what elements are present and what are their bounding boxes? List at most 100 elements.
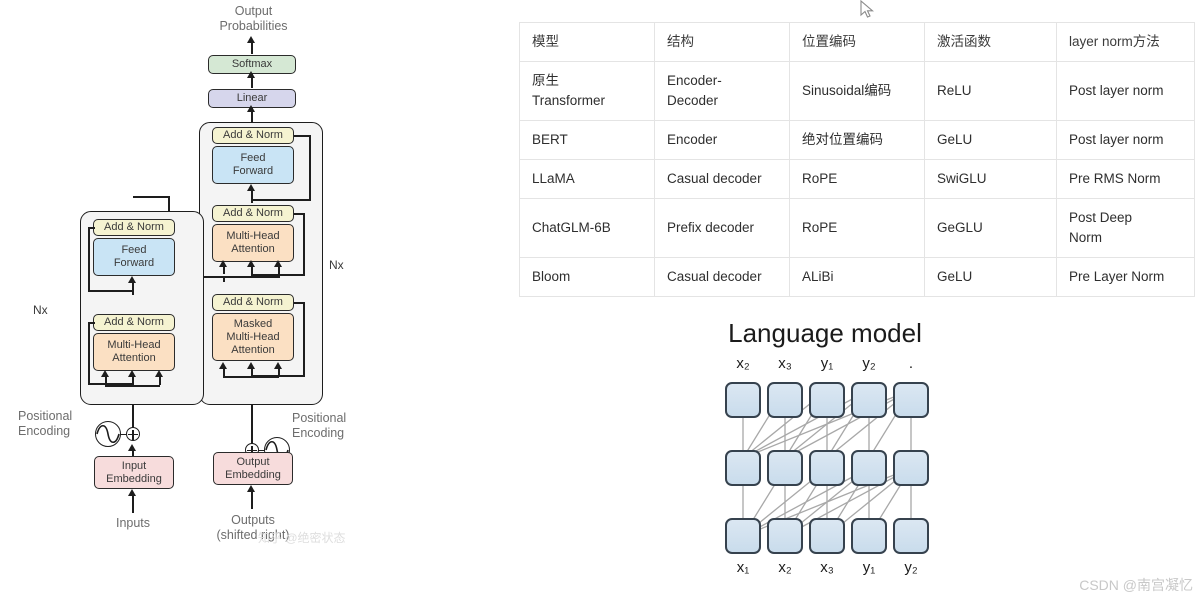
encoder-qkv-mid-arrow bbox=[128, 370, 136, 377]
decoder-qkv-mid-arrow bbox=[247, 260, 255, 267]
cell-activation: GeLU bbox=[924, 257, 1057, 297]
arrow-head-linear bbox=[247, 71, 255, 78]
cell-model: ChatGLM-6B bbox=[519, 198, 655, 258]
block-decoder-multi-head-attention: Multi-Head Attention bbox=[212, 224, 294, 262]
block-decoder-add-norm-ff: Add & Norm bbox=[212, 127, 294, 144]
decoder-attn-residual-top bbox=[294, 213, 305, 215]
block-encoder-feed-forward: Feed Forward bbox=[93, 238, 175, 276]
cell-layernorm: Pre Layer Norm bbox=[1056, 257, 1195, 297]
cell-activation: GeLU bbox=[924, 120, 1057, 160]
lm-node bbox=[725, 518, 761, 554]
block-input-embedding: Input Embedding bbox=[94, 456, 174, 489]
lm-node bbox=[767, 382, 803, 418]
block-encoder-multi-head-attention: Multi-Head Attention bbox=[93, 333, 175, 371]
csdn-watermark: CSDN @南宫凝忆 bbox=[1079, 577, 1193, 593]
cell-positional: 绝对位置编码 bbox=[789, 120, 925, 160]
outputs-arrow-head bbox=[247, 485, 255, 492]
outputs-arrow-shaft bbox=[251, 489, 253, 509]
encoder-embed-out-arrow bbox=[128, 444, 136, 451]
table-body: 原生 Transformer Encoder- Decoder Sinusoid… bbox=[519, 61, 1195, 297]
column-header-layernorm: layer norm方法 bbox=[1056, 22, 1195, 62]
encoder-sum-plus-v bbox=[132, 429, 134, 440]
cell-positional: ALiBi bbox=[789, 257, 925, 297]
lm-node bbox=[767, 518, 803, 554]
table-row: ChatGLM-6B Prefix decoder RoPE GeGLU Pos… bbox=[519, 198, 1195, 258]
decoder-ff-residual-top bbox=[294, 135, 311, 137]
decoder-masked-qkv-left-arrow bbox=[219, 362, 227, 369]
decoder-attn-residual-vertical bbox=[303, 213, 305, 275]
block-decoder-masked-multi-head-attention: Masked Multi-Head Attention bbox=[212, 313, 294, 361]
decoder-crosslink-left bbox=[223, 276, 225, 282]
cell-structure: Prefix decoder bbox=[654, 198, 790, 258]
column-header-model: 模型 bbox=[519, 22, 655, 62]
lm-node bbox=[893, 382, 929, 418]
inputs-arrow-head bbox=[128, 489, 136, 496]
transformer-architecture-diagram: Output Probabilities Softmax Linear Add … bbox=[0, 0, 420, 601]
cell-structure: Encoder- Decoder bbox=[654, 61, 790, 121]
cell-model: 原生 Transformer bbox=[519, 61, 655, 121]
inputs-arrow-shaft bbox=[132, 493, 134, 513]
decoder-masked-fanout bbox=[223, 376, 279, 378]
encoder-qkv-left-arrow bbox=[101, 370, 109, 377]
cell-model: Bloom bbox=[519, 257, 655, 297]
block-encoder-add-norm-attn: Add & Norm bbox=[93, 314, 175, 331]
column-header-structure: 结构 bbox=[654, 22, 790, 62]
encoder-positional-sine-icon bbox=[96, 424, 120, 444]
lm-node bbox=[893, 518, 929, 554]
cell-structure: Encoder bbox=[654, 120, 790, 160]
cell-activation: SwiGLU bbox=[924, 159, 1057, 199]
inputs-label: Inputs bbox=[115, 516, 151, 530]
table-row: BERT Encoder 绝对位置编码 GeLU Post layer norm bbox=[519, 120, 1195, 160]
cell-structure: Casual decoder bbox=[654, 159, 790, 199]
column-header-positional: 位置编码 bbox=[789, 22, 925, 62]
decoder-qkv-right-arrow bbox=[274, 260, 282, 267]
nx-label-encoder: Nx bbox=[33, 303, 48, 317]
encoder-ff-residual-bottom bbox=[88, 290, 134, 292]
table-row: Bloom Casual decoder ALiBi GeLU Pre Laye… bbox=[519, 257, 1195, 297]
decoder-embed-to-stack bbox=[251, 405, 253, 430]
decoder-ff-input-arrow bbox=[247, 184, 255, 191]
lm-node bbox=[809, 450, 845, 486]
decoder-ff-residual-bottom bbox=[251, 199, 311, 201]
encoder-ff-input-arrow bbox=[128, 276, 136, 283]
decoder-qkv-left-arrow bbox=[219, 260, 227, 267]
cell-layernorm: Post Deep Norm bbox=[1056, 198, 1195, 258]
nx-label-decoder: Nx bbox=[329, 258, 344, 272]
output-probabilities-label: Output Probabilities bbox=[219, 4, 288, 33]
cell-model: LLaMA bbox=[519, 159, 655, 199]
decoder-masked-residual-vertical bbox=[303, 302, 305, 376]
lm-node bbox=[851, 518, 887, 554]
encoder-ff-residual-vertical bbox=[88, 227, 90, 291]
lm-node bbox=[725, 382, 761, 418]
cell-layernorm: Post layer norm bbox=[1056, 120, 1195, 160]
table-row: 原生 Transformer Encoder- Decoder Sinusoid… bbox=[519, 61, 1195, 121]
table-header-row: 模型 结构 位置编码 激活函数 layer norm方法 bbox=[519, 22, 1195, 62]
encoder-attn-residual-vertical bbox=[88, 322, 90, 384]
encoder-pe-connector bbox=[120, 433, 127, 436]
zhihu-watermark: 知乎 @绝密状态 bbox=[258, 531, 346, 545]
cell-activation: ReLU bbox=[924, 61, 1057, 121]
table-header: 模型 结构 位置编码 激活函数 layer norm方法 bbox=[519, 22, 1195, 62]
decoder-masked-residual-top bbox=[294, 302, 305, 304]
lm-node bbox=[809, 382, 845, 418]
decoder-ff-residual-vertical bbox=[309, 136, 311, 200]
lm-node bbox=[851, 382, 887, 418]
mouse-cursor-icon bbox=[860, 0, 874, 18]
positional-encoding-label-right: Positional Encoding bbox=[292, 411, 347, 440]
encoder-attn-residual-top bbox=[88, 322, 95, 324]
table-row: LLaMA Casual decoder RoPE SwiGLU Pre RMS… bbox=[519, 159, 1195, 199]
decoder-sum-to-stack bbox=[251, 428, 253, 444]
cell-model: BERT bbox=[519, 120, 655, 160]
lm-node bbox=[893, 450, 929, 486]
cell-layernorm: Pre RMS Norm bbox=[1056, 159, 1195, 199]
lm-node bbox=[767, 450, 803, 486]
decoder-masked-qkv-mid-arrow bbox=[247, 362, 255, 369]
model-comparison-table: 模型 结构 位置编码 激活函数 layer norm方法 原生 Transfor… bbox=[519, 22, 1195, 297]
lm-node bbox=[809, 518, 845, 554]
block-output-embedding: Output Embedding bbox=[213, 452, 293, 485]
arrow-head-decoder-out bbox=[247, 105, 255, 112]
lm-node bbox=[851, 450, 887, 486]
lm-node bbox=[725, 450, 761, 486]
cell-structure: Casual decoder bbox=[654, 257, 790, 297]
cell-positional: Sinusoidal编码 bbox=[789, 61, 925, 121]
